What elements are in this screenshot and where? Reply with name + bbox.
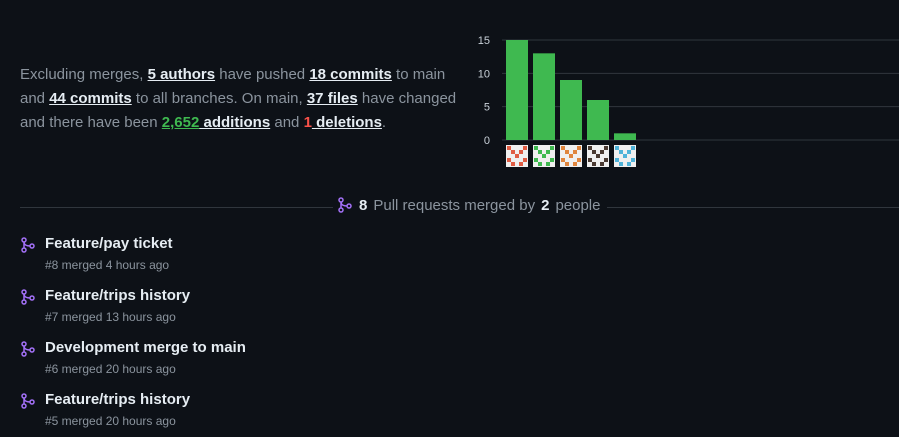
- y-tick-label: 10: [478, 68, 490, 80]
- author-avatar[interactable]: [533, 145, 555, 167]
- y-tick-label: 15: [478, 35, 490, 47]
- pull-request-title[interactable]: Feature/trips history: [45, 391, 190, 408]
- author-avatar[interactable]: [560, 145, 582, 167]
- commit-bar[interactable]: [506, 40, 528, 140]
- divider-right: [607, 207, 899, 208]
- merge-icon: [21, 341, 35, 357]
- author-avatar[interactable]: [506, 145, 528, 167]
- commits-main-link[interactable]: 18 commits: [309, 66, 392, 83]
- author-avatar[interactable]: [587, 145, 609, 167]
- pull-request-meta: #6 merged 20 hours ago: [45, 362, 176, 376]
- summary-text: and: [270, 114, 304, 131]
- divider-left: [20, 207, 333, 208]
- pull-request-title[interactable]: Development merge to main: [45, 339, 246, 356]
- pull-count: 8: [359, 196, 368, 214]
- commit-bar[interactable]: [560, 80, 582, 140]
- author-avatar[interactable]: [614, 145, 636, 167]
- commit-bar[interactable]: [533, 53, 555, 140]
- additions-count[interactable]: 2,652: [162, 114, 200, 131]
- merge-icon: [21, 393, 35, 409]
- summary-text: to all branches. On main,: [131, 90, 307, 107]
- merge-icon: [21, 289, 35, 305]
- summary-text: Excluding merges,: [20, 66, 148, 83]
- additions-label[interactable]: additions: [199, 114, 271, 131]
- commit-summary: Excluding merges, 5 authors have pushed …: [20, 63, 468, 135]
- y-tick-label: 0: [484, 135, 490, 147]
- pull-request-meta: #7 merged 13 hours ago: [45, 310, 176, 324]
- summary-text: .: [381, 114, 387, 131]
- commit-bar[interactable]: [587, 100, 609, 140]
- files-link[interactable]: 37 files: [307, 90, 358, 107]
- commits-all-link[interactable]: 44 commits: [49, 90, 132, 107]
- merge-icon: [338, 197, 352, 213]
- pull-label: Pull requests merged by: [373, 196, 536, 214]
- pull-request-title[interactable]: Feature/trips history: [45, 287, 190, 304]
- pull-request-meta: #8 merged 4 hours ago: [45, 258, 170, 272]
- commit-bar[interactable]: [614, 133, 636, 140]
- pull-request-title[interactable]: Feature/pay ticket: [45, 235, 173, 252]
- people-label: people: [555, 196, 601, 214]
- merge-icon: [21, 237, 35, 253]
- pull-request-meta: #5 merged 20 hours ago: [45, 414, 176, 428]
- deletions-count[interactable]: 1: [304, 114, 312, 131]
- deletions-label[interactable]: deletions: [312, 114, 382, 131]
- y-tick-label: 5: [484, 102, 490, 114]
- commits-by-author-chart: 0 5 10 15: [478, 35, 899, 167]
- pull-requests-summary: 8 Pull requests merged by 2 people: [333, 194, 605, 216]
- people-count: 2: [541, 196, 550, 214]
- authors-link[interactable]: 5 authors: [148, 66, 216, 83]
- summary-text: have pushed: [215, 66, 310, 83]
